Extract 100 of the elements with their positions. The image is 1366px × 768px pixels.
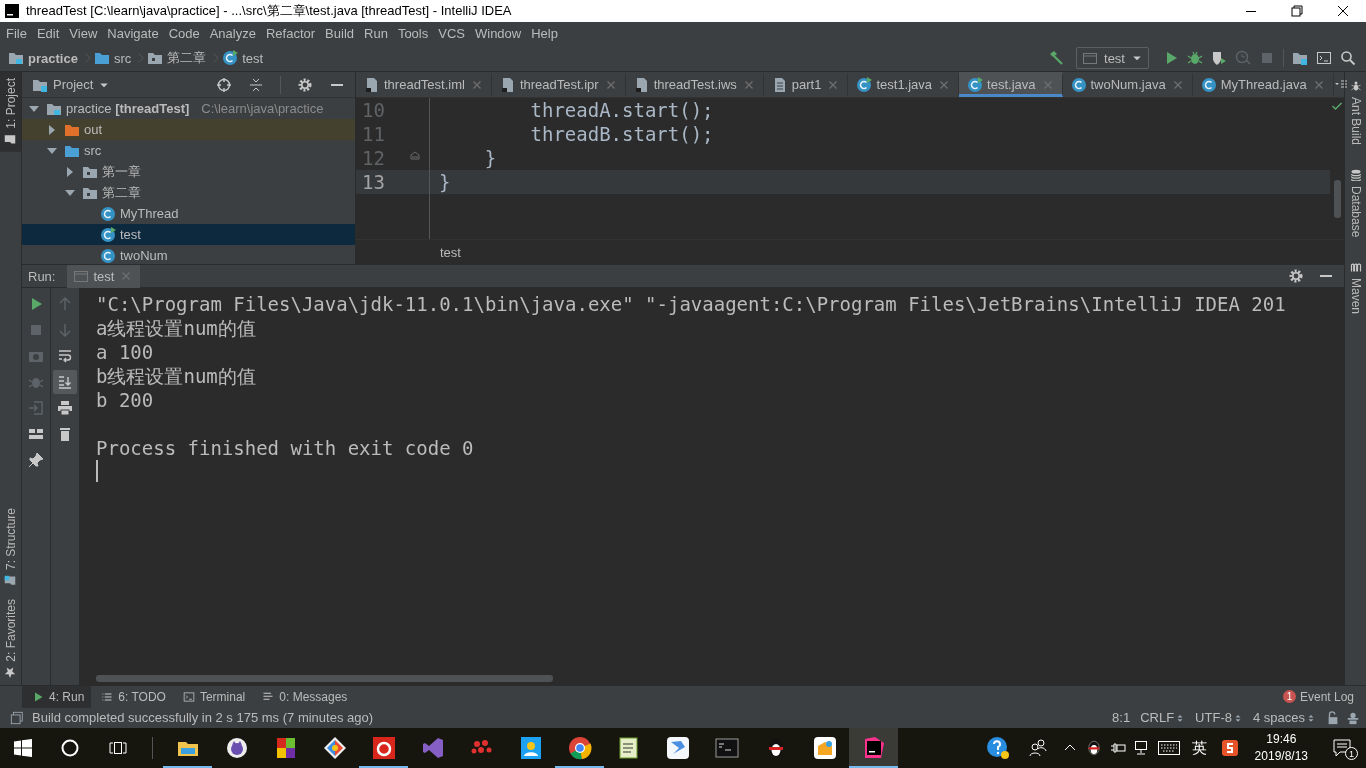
tool-window-button[interactable]: 7: Structure [0,502,21,594]
windows-icon [14,739,32,757]
menu-item[interactable]: View [64,26,103,41]
editor-tab[interactable]: test.java [959,72,1063,97]
console-line: Process finished with exit code 0 [96,436,475,460]
editor-tab[interactable]: part1 [763,72,849,97]
minimize-icon [1246,10,1256,12]
minimize-icon [331,83,343,86]
notification-badge: 1 [1345,747,1358,760]
status-item[interactable]: CRLF [1140,710,1186,725]
code-line: } [438,170,452,194]
editor-tab[interactable]: threadTest.iws [625,72,764,97]
music-icon [371,736,396,760]
bird-icon [665,736,690,760]
runnable-class-icon [967,76,984,93]
menu-item[interactable]: Code [163,26,205,41]
runnable-class-icon [222,50,239,66]
tree-item[interactable]: practice [threadTest] C:\learn\java\practice [22,98,355,119]
collapse-icon [248,76,264,93]
class-icon [100,247,116,264]
menu-item[interactable]: Run [359,26,393,41]
tool-window-button[interactable]: 2: Favorites [0,593,21,685]
tool-window-tab[interactable]: 0: Messages [252,685,355,708]
taskbar-app[interactable] [849,728,898,768]
tool-window-tab[interactable]: Terminal [172,685,253,708]
up-down-arrows-icon [1306,712,1316,723]
tree-item[interactable]: MyThread [22,203,355,224]
lock-icon[interactable] [1326,710,1340,725]
close-icon [1335,3,1351,19]
notification-icon [1332,738,1352,758]
console-line: b 200 [96,388,155,412]
breadcrumb-item[interactable]: practice [8,50,78,66]
status-item[interactable]: 4 spaces [1252,710,1316,725]
tree-item[interactable]: 第二章 [22,182,355,203]
breadcrumb-item[interactable]: src [93,50,132,66]
class-icon [100,205,116,222]
document-icon [633,76,650,93]
code-line: threadA.start(); [529,98,715,122]
event-log-button[interactable]: 1 Event Log [1282,689,1354,704]
help-icon [985,736,1010,760]
tool-window-button[interactable]: Ant Build [1345,74,1366,152]
input-method-icon [1220,739,1239,757]
breadcrumb-item[interactable]: test [222,50,264,66]
console-icon [714,736,739,760]
runnable-class-icon [100,226,116,243]
menu-item[interactable]: VCS [433,26,470,41]
run-configuration-dropdown[interactable]: test [1076,47,1149,69]
path-label: C:\learn\java\practice [201,101,324,116]
tool-window-tab[interactable]: 6: TODO [91,685,173,708]
editor-tab[interactable]: threadTest.iml [356,72,492,97]
terminal-icon [182,690,195,703]
menu-item[interactable]: Window [469,26,527,41]
menu-item[interactable]: Analyze [204,26,261,41]
keyboard-icon [1157,741,1180,755]
line-number: 13 [361,170,386,194]
tool-window-tab[interactable]: 4: Run [22,685,92,708]
line-number: 11 [361,122,386,146]
menu-item[interactable]: File [1,26,32,41]
tree-item[interactable]: out [22,119,355,140]
tool-window-button[interactable]: Database [1345,163,1366,244]
input-language[interactable]: 英 [1183,738,1215,758]
menu-item[interactable]: Tools [392,26,434,41]
scrollbar-thumb[interactable] [96,675,553,682]
notifications-button[interactable]: 1 [1318,728,1366,768]
penguin-icon [1087,740,1100,756]
maven-icon [1349,261,1362,274]
window-icon [73,268,90,284]
database-icon [1349,169,1362,182]
breadcrumb-item[interactable]: 第二章 [147,49,207,67]
star-icon [4,667,17,679]
project-view-dropdown[interactable]: Project [32,76,111,93]
menu-item[interactable]: Edit [31,26,65,41]
status-item[interactable]: UTF-8 [1195,710,1243,725]
editor-tab[interactable]: twoNum.java [1062,72,1193,97]
inspector-icon[interactable] [1346,710,1360,725]
hammer-icon [1048,50,1065,66]
code-line: } [483,146,498,170]
status-item[interactable]: 8:1 [1112,710,1131,725]
menu-item[interactable]: Help [526,26,563,41]
clock[interactable]: 19:46 2019/8/13 [1244,731,1318,765]
menu-item[interactable]: Build [320,26,359,41]
tree-item[interactable]: 第一章 [22,161,355,182]
class-icon [1070,76,1087,93]
scrollbar-thumb[interactable] [1333,180,1341,218]
task-view-icon [109,739,127,757]
editor-tab[interactable]: threadTest.ipr [491,72,626,97]
menu-item[interactable]: Refactor [260,26,321,41]
console-line: a 100 [96,340,155,364]
breadcrumb-item[interactable]: test [440,244,461,260]
cat-icon [224,736,249,760]
notification-badge: 1 [1282,690,1296,703]
tree-item[interactable]: test [22,224,355,245]
tool-window-button[interactable]: Maven [1345,255,1366,321]
battery-plug-icon [1109,740,1126,756]
editor-tab[interactable]: MyThread.java [1192,72,1334,97]
menu-item[interactable]: Navigate [102,26,164,41]
contacts-icon [518,736,543,760]
tool-window-button[interactable]: 1: Project [0,72,21,152]
run-tab[interactable]: test [67,264,141,288]
tree-item[interactable]: src [22,140,355,161]
